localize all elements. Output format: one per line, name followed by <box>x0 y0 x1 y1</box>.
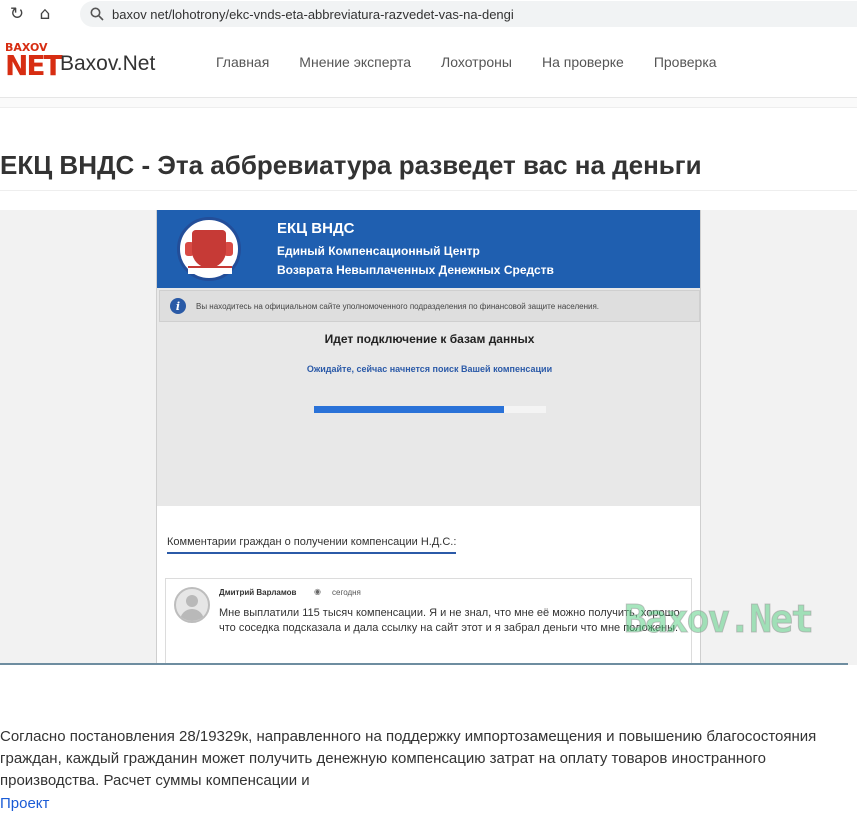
menu-item-scams[interactable]: Лохотроны <box>441 54 512 70</box>
site-name[interactable]: Baxov.Net <box>60 52 155 76</box>
search-icon <box>90 7 104 21</box>
banner-title: ЕКЦ ВНДС <box>277 220 355 237</box>
comment-card: Дмитрий Варламов ◉ сегодня Мне выплатили… <box>165 578 692 663</box>
info-notice: i Вы находитесь на официальном сайте упо… <box>159 290 700 322</box>
scam-site-screenshot: ЕКЦ ВНДС Единый Компенсационный Центр Во… <box>156 210 701 663</box>
connecting-title: Идет подключение к базам данных <box>324 332 535 346</box>
image-bottom-divider <box>0 663 848 665</box>
avatar-head <box>186 595 198 607</box>
address-url[interactable]: baxov net/lohotrony/ekc-vnds-eta-abbrevi… <box>112 7 514 22</box>
watermark: Baxov.Net <box>624 597 815 642</box>
comment-time: сегодня <box>332 588 361 597</box>
menu-item-expert-opinion[interactable]: Мнение эксперта <box>299 54 411 70</box>
scam-site-banner: ЕКЦ ВНДС Единый Компенсационный Центр Во… <box>157 210 700 288</box>
comment-author: Дмитрий Варламов <box>219 588 297 597</box>
refresh-icon[interactable]: ↻ <box>6 3 28 25</box>
progress-bar <box>314 406 546 413</box>
article-link[interactable]: Проект <box>0 795 49 812</box>
title-divider <box>0 190 857 191</box>
clock-icon: ◉ <box>314 587 321 596</box>
menu-item-check[interactable]: Проверка <box>654 54 717 70</box>
info-text: Вы находитесь на официальном сайте уполн… <box>196 301 600 311</box>
menu-item-under-review[interactable]: На проверке <box>542 54 624 70</box>
emblem-icon <box>177 217 241 281</box>
info-icon: i <box>170 298 186 314</box>
progress-fill <box>314 406 505 413</box>
emblem-ribbon <box>188 266 232 274</box>
site-header: BAXOV NET Baxov.Net Главная Мнение экспе… <box>0 28 857 98</box>
logo-bottom-text: NET <box>5 49 63 82</box>
avatar-body <box>180 609 204 621</box>
emblem-shield <box>192 230 226 268</box>
comments-heading: Комментарии граждан о получении компенса… <box>167 536 457 554</box>
home-icon[interactable]: ⌂ <box>34 3 56 25</box>
banner-subtitle-1: Единый Компенсационный Центр <box>277 244 480 258</box>
banner-subtitle-2: Возврата Невыплаченных Денежных Средств <box>277 263 554 277</box>
connecting-subtitle: Ожидайте, сейчас начнется поиск Вашей ко… <box>306 364 553 374</box>
article-paragraph: Согласно постановления 28/19329к, направ… <box>0 728 817 789</box>
browser-toolbar: ↻ ⌂ baxov net/lohotrony/ekc-vnds-eta-abb… <box>0 0 857 28</box>
address-bar[interactable]: baxov net/lohotrony/ekc-vnds-eta-abbrevi… <box>80 1 857 27</box>
avatar <box>174 587 210 623</box>
page-title: ЕКЦ ВНДС - Эта аббревиатура разведет вас… <box>0 150 702 180</box>
main-menu: Главная Мнение эксперта Лохотроны На про… <box>216 54 747 70</box>
site-logo[interactable]: BAXOV NET <box>5 42 63 86</box>
header-divider <box>0 98 857 108</box>
menu-item-home[interactable]: Главная <box>216 54 269 70</box>
comment-text: Мне выплатили 115 тысяч компенсации. Я и… <box>219 607 680 634</box>
